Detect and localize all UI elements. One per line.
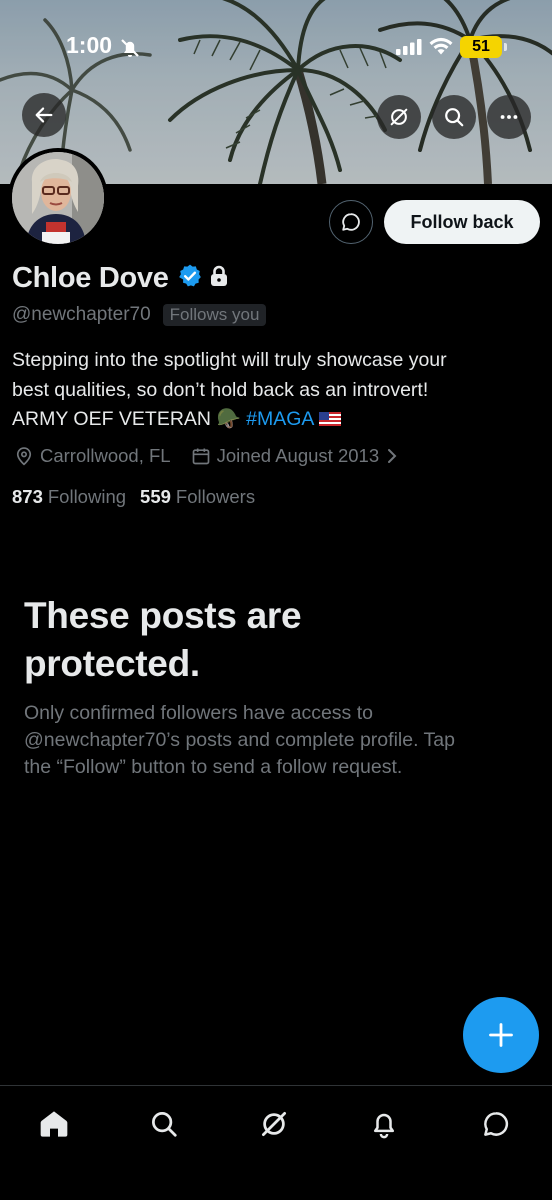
grok-icon [262, 1112, 286, 1136]
message-button[interactable] [329, 200, 373, 244]
follow-stats-row: 873 Following 559 Followers [12, 484, 255, 510]
profile-name: Chloe Dove [12, 261, 169, 294]
notifications-icon [374, 1113, 394, 1139]
profile-meta-row: Carrollwood, FL Joined August 2013 [14, 443, 399, 469]
us-flag-emoji [318, 406, 341, 426]
location-item: Carrollwood, FL [14, 445, 171, 467]
arrow-left-icon [35, 107, 53, 123]
protected-body-line: @newchapter70’s posts and complete profi… [24, 729, 455, 751]
more-button[interactable] [487, 95, 531, 139]
follows-you-badge: Follows you [162, 304, 267, 326]
nav-search[interactable] [144, 1104, 184, 1144]
bottom-navigation [0, 1085, 552, 1200]
status-bar: 1:00 51 [0, 28, 552, 64]
search-icon [445, 108, 464, 127]
following-stat[interactable]: 873 Following [12, 486, 126, 508]
nav-messages[interactable] [476, 1104, 516, 1144]
avatar-photo [12, 152, 104, 244]
profile-name-row: Chloe Dove [12, 260, 229, 296]
bio-line: ARMY OEF VETERAN 🪖 #MAGA [12, 405, 532, 435]
back-button[interactable] [22, 93, 66, 137]
nav-notifications[interactable] [364, 1104, 404, 1144]
bio-text: ARMY OEF VETERAN [12, 408, 212, 430]
followers-stat[interactable]: 559 Followers [140, 486, 255, 508]
followers-count: 559 [140, 486, 171, 507]
home-icon [40, 1111, 68, 1137]
battery-indicator: 51 [460, 36, 502, 58]
profile-bio: Stepping into the spotlight will truly s… [12, 346, 532, 435]
wifi-icon [428, 36, 454, 61]
more-icon [500, 115, 518, 119]
bio-line: Stepping into the spotlight will truly s… [12, 349, 447, 371]
search-button[interactable] [432, 95, 476, 139]
lock-icon [209, 265, 229, 292]
hashtag-link[interactable]: #MAGA [246, 408, 313, 430]
following-label: Following [47, 486, 127, 507]
grok-icon [390, 108, 408, 126]
grok-button[interactable] [377, 95, 421, 139]
joined-text: Joined August 2013 [216, 445, 380, 466]
avatar[interactable] [8, 148, 108, 248]
message-bubble-icon [342, 213, 360, 231]
helmet-emoji: 🪖 [216, 408, 241, 430]
following-count: 873 [12, 486, 43, 507]
plus-icon [489, 1023, 513, 1047]
bell-muted-icon [118, 36, 142, 65]
protected-description: Only confirmed followers have access to … [24, 700, 524, 781]
chevron-right-icon [388, 449, 397, 463]
protected-body-line: Only confirmed followers have access to [24, 702, 373, 724]
location-text: Carrollwood, FL [40, 445, 171, 466]
followers-label: Followers [175, 486, 256, 507]
bio-line: best qualities, so don’t hold back as an… [12, 378, 429, 401]
nav-grok[interactable] [254, 1104, 294, 1144]
protected-body-line: the “Follow” button to send a follow req… [24, 756, 403, 778]
joined-item[interactable]: Joined August 2013 [191, 445, 400, 467]
status-time: 1:00 [66, 32, 113, 58]
search-icon [152, 1112, 177, 1137]
location-pin-icon [16, 447, 32, 466]
messages-icon [484, 1112, 509, 1136]
compose-post-button[interactable] [463, 997, 539, 1073]
nav-home[interactable] [34, 1104, 74, 1144]
profile-handle: @newchapter70 [12, 304, 151, 325]
battery-cap [504, 43, 507, 51]
cellular-signal-icon [396, 39, 422, 60]
protected-title-line: protected. [24, 643, 200, 684]
calendar-icon [192, 448, 209, 465]
handle-row: @newchapter70 Follows you [12, 302, 267, 328]
protected-title-line: These posts are [24, 595, 302, 636]
protected-title: These posts are protected. [24, 592, 504, 688]
verified-badge-icon[interactable] [177, 263, 203, 294]
follow-back-button[interactable]: Follow back [384, 200, 540, 244]
